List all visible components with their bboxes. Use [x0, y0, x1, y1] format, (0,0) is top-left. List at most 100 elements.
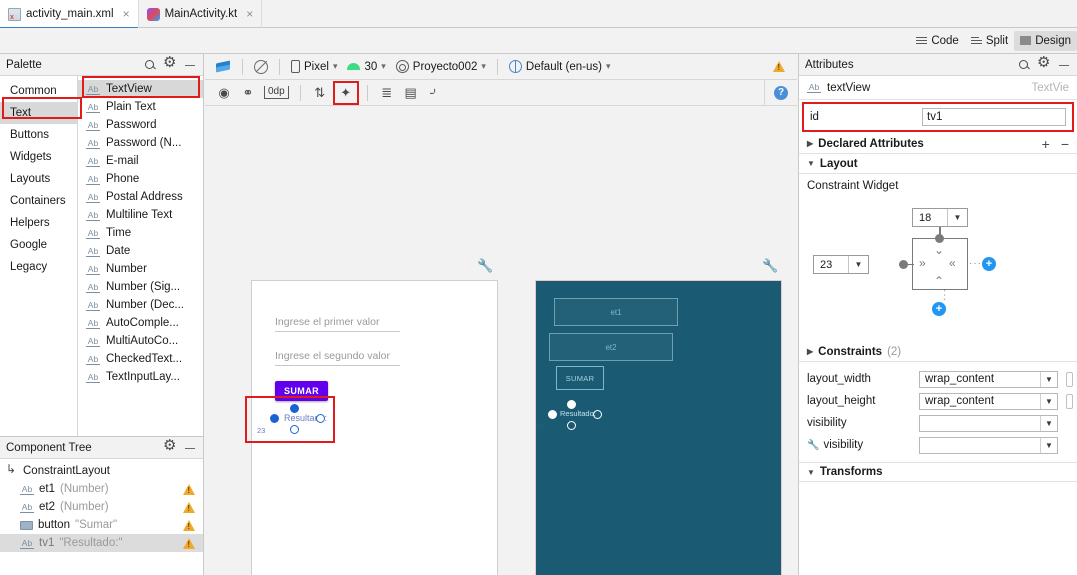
chevron-left-double-icon[interactable]: « [949, 257, 956, 269]
blueprint-toggle-button[interactable] [249, 57, 273, 77]
minimize-icon[interactable] [1057, 58, 1071, 72]
palette-category-legacy[interactable]: Legacy [0, 256, 77, 278]
palette-item-email[interactable]: Ab E-mail [78, 152, 203, 170]
palette-item-textinputlayout[interactable]: Ab TextInputLay... [78, 368, 203, 386]
visibility-combo[interactable]: ▼ [919, 414, 1058, 432]
chevron-down-icon[interactable]: ▼ [848, 256, 868, 273]
palette-category-widgets[interactable]: Widgets [0, 146, 77, 168]
autoconnect-icon[interactable]: ⚭ [237, 83, 259, 103]
default-margin-button[interactable]: 0dp [264, 86, 289, 99]
chevron-down-double-icon[interactable]: ⌄ [934, 244, 944, 256]
add-bottom-constraint-button[interactable]: + [932, 302, 946, 316]
warning-icon[interactable] [183, 519, 195, 531]
palette-item-phone[interactable]: Ab Phone [78, 170, 203, 188]
palette-category-containers[interactable]: Containers [0, 190, 77, 212]
theme-selector[interactable]: Proyecto002 ▾ [391, 57, 491, 77]
declared-attributes-section[interactable]: ▶ Declared Attributes + − [799, 134, 1077, 154]
palette-item-autocomplete[interactable]: Ab AutoComple... [78, 314, 203, 332]
mode-code-button[interactable]: Code [910, 31, 965, 51]
remove-attribute-button[interactable]: − [1061, 136, 1069, 152]
palette-item-checkedtextview[interactable]: Ab CheckedText... [78, 350, 203, 368]
gear-icon[interactable] [1037, 55, 1051, 72]
blueprint-preview-device[interactable]: et1 et2 SUMAR Resultado: 23 [535, 280, 782, 575]
tab-activity-main-xml[interactable]: activity_main.xml × [0, 0, 139, 29]
close-icon[interactable]: × [123, 7, 130, 21]
help-icon[interactable]: ? [774, 85, 788, 100]
palette-category-layouts[interactable]: Layouts [0, 168, 77, 190]
left-margin-spinner[interactable]: 23 ▼ [813, 255, 869, 274]
constraints-section[interactable]: ▶ Constraints (2) [799, 342, 1077, 362]
device-selector[interactable]: Pixel ▾ [286, 57, 342, 77]
chevron-down-icon[interactable]: ▼ [1040, 371, 1057, 387]
mode-design-button[interactable]: Design [1014, 30, 1077, 51]
gear-icon[interactable] [163, 55, 177, 72]
palette-item-number[interactable]: Ab Number [78, 260, 203, 278]
tab-main-activity-kt[interactable]: MainActivity.kt × [139, 0, 263, 28]
pack-icon[interactable]: ≣ [376, 83, 398, 103]
locale-selector[interactable]: Default (en-us) ▾ [504, 57, 616, 77]
add-attribute-button[interactable]: + [1042, 136, 1050, 152]
search-icon[interactable] [1017, 58, 1031, 72]
tree-row-tv1[interactable]: Ab tv1 "Resultado:" [0, 534, 203, 552]
top-margin-spinner[interactable]: 18 ▼ [912, 208, 968, 227]
chevron-down-icon[interactable]: ▼ [1040, 437, 1057, 453]
gear-icon[interactable] [163, 438, 177, 455]
top-anchor[interactable] [935, 234, 944, 243]
palette-item-password[interactable]: Ab Password [78, 116, 203, 134]
layout-section[interactable]: ▼ Layout [799, 154, 1077, 174]
search-icon[interactable] [143, 58, 157, 72]
constraint-handle-right[interactable] [593, 410, 602, 419]
id-input[interactable]: tv1 [922, 108, 1066, 126]
api-selector[interactable]: 30 ▾ [342, 57, 390, 77]
design-canvas[interactable]: 🔧 🔧 Ingrese el primer valor Ingrese el s… [205, 107, 797, 575]
palette-item-password-numeric[interactable]: Ab Password (N... [78, 134, 203, 152]
add-right-constraint-button[interactable]: + [982, 257, 996, 271]
tools-visibility-combo[interactable]: ▼ [919, 436, 1058, 454]
wrench-icon[interactable]: 🔧 [762, 259, 778, 272]
palette-item-time[interactable]: Ab Time [78, 224, 203, 242]
minimize-icon[interactable] [183, 58, 197, 72]
chevron-right-double-icon[interactable]: » [919, 257, 926, 269]
tree-row-button[interactable]: button "Sumar" [0, 516, 203, 534]
resize-handle-bottom[interactable] [567, 421, 576, 430]
guidelines-icon[interactable]: ⌏ [424, 83, 446, 103]
palette-item-number-decimal[interactable]: Ab Number (Dec... [78, 296, 203, 314]
warning-icon[interactable] [183, 537, 195, 549]
blueprint-field-et1[interactable]: et1 [554, 298, 678, 326]
blueprint-field-et2[interactable]: et2 [549, 333, 673, 361]
palette-item-multiautocomplete[interactable]: Ab MultiAutoCo... [78, 332, 203, 350]
design-hint-field-1[interactable]: Ingrese el primer valor [275, 316, 400, 332]
mode-split-button[interactable]: Split [965, 31, 1014, 51]
palette-category-google[interactable]: Google [0, 234, 77, 256]
clear-constraints-icon[interactable]: ⇅ [309, 83, 331, 103]
align-icon[interactable]: ▤ [400, 83, 422, 103]
chevron-down-icon[interactable]: ▼ [947, 209, 967, 226]
pin-icon[interactable] [1066, 393, 1073, 409]
palette-category-helpers[interactable]: Helpers [0, 212, 77, 234]
chevron-down-icon[interactable]: ▼ [1040, 415, 1057, 431]
layers-button[interactable] [211, 57, 236, 77]
resize-handle-top[interactable] [567, 400, 576, 409]
transforms-section[interactable]: ▼ Transforms [799, 462, 1077, 482]
warning-icon[interactable] [183, 501, 195, 513]
wrench-icon[interactable]: 🔧 [477, 259, 493, 272]
tree-row-constraintlayout[interactable]: ConstraintLayout [0, 462, 203, 480]
palette-item-date[interactable]: Ab Date [78, 242, 203, 260]
warning-icon[interactable] [773, 61, 785, 72]
warning-icon[interactable] [183, 483, 195, 495]
minimize-icon[interactable] [183, 441, 197, 455]
design-preview-device[interactable]: Ingrese el primer valor Ingrese el segun… [245, 280, 498, 575]
palette-item-plain-text[interactable]: Ab Plain Text [78, 98, 203, 116]
layout-width-combo[interactable]: wrap_content ▼ [919, 370, 1058, 388]
palette-item-number-signed[interactable]: Ab Number (Sig... [78, 278, 203, 296]
chevron-up-double-icon[interactable]: ⌃ [934, 275, 944, 287]
constraint-handle-left[interactable] [548, 410, 557, 419]
infer-constraints-magic-wand-icon[interactable]: ✦ [332, 80, 359, 105]
constraint-widget[interactable]: 18 ▼ 23 ▼ ⌄ ⌃ » « ··· + ··· + [799, 192, 1077, 342]
layout-height-combo[interactable]: wrap_content ▼ [919, 392, 1058, 410]
close-icon[interactable]: × [246, 7, 253, 21]
palette-item-multiline-text[interactable]: Ab Multiline Text [78, 206, 203, 224]
palette-item-postal-address[interactable]: Ab Postal Address [78, 188, 203, 206]
blueprint-sumar-button[interactable]: SUMAR [556, 366, 604, 390]
chevron-down-icon[interactable]: ▼ [1040, 393, 1057, 409]
